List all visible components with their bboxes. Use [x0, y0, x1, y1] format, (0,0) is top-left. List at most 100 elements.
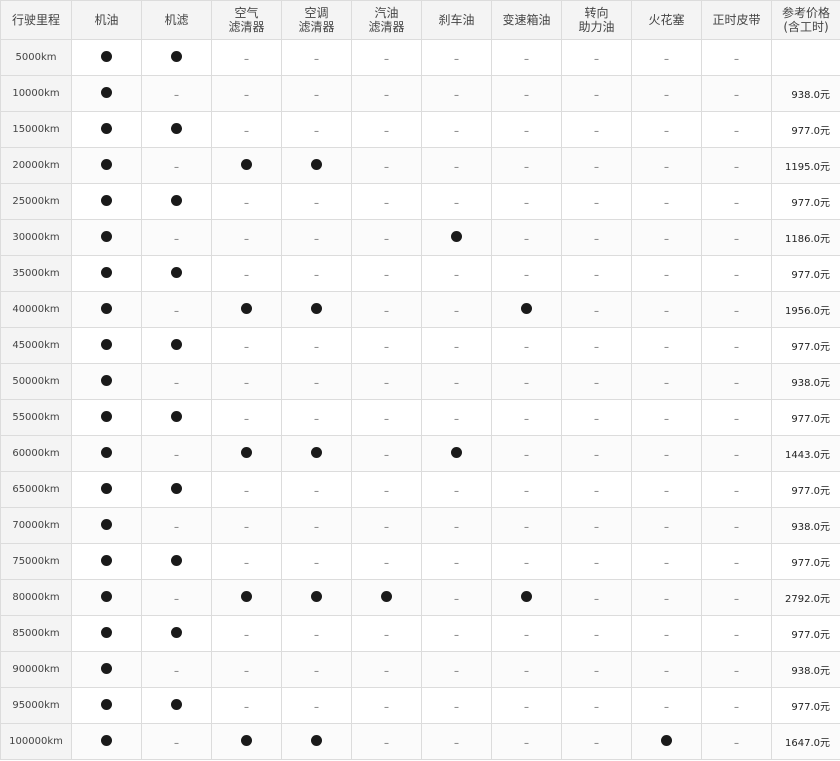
service-cell-air-filter: – [211, 219, 282, 256]
service-cell-spark-plug: – [631, 507, 702, 544]
required-dot-icon [101, 86, 112, 98]
not-required-dash: – [174, 233, 179, 245]
not-required-dash: – [594, 449, 599, 461]
price-cell: 977.0元 [771, 543, 840, 580]
not-required-dash: – [384, 377, 389, 389]
column-header-text: 空调 [304, 6, 329, 20]
service-cell-air-filter [211, 723, 282, 760]
service-cell-brake-fluid: – [421, 579, 492, 616]
column-header-text: 机油 [94, 13, 119, 27]
not-required-dash: – [314, 53, 319, 65]
service-cell-transmission-oil: – [491, 327, 562, 364]
service-cell-timing-belt: – [701, 291, 772, 328]
table-row: 10000km – – – – – – – – – 938.0元 [0, 75, 840, 112]
service-cell-timing-belt: – [701, 687, 772, 724]
mileage-cell: 85000km [0, 615, 72, 652]
service-cell-timing-belt: – [701, 363, 772, 400]
service-cell-ac-filter: – [281, 615, 352, 652]
required-dot-icon [171, 554, 182, 566]
not-required-dash: – [524, 125, 529, 137]
service-cell-air-filter: – [211, 615, 282, 652]
service-cell-transmission-oil: – [491, 543, 562, 580]
not-required-dash: – [734, 701, 739, 713]
service-cell-brake-fluid: – [421, 39, 492, 76]
required-dot-icon [101, 122, 112, 134]
not-required-dash: – [664, 305, 669, 317]
table-row: 75000km – – – – – – – – 977.0元 [0, 543, 840, 580]
table-row: 80000km – – – – – 2792.0元 [0, 579, 840, 616]
not-required-dash: – [454, 197, 459, 209]
not-required-dash: – [524, 53, 529, 65]
not-required-dash: – [664, 377, 669, 389]
service-cell-ac-filter [281, 435, 352, 472]
not-required-dash: – [524, 269, 529, 281]
service-cell-engine-oil [71, 291, 142, 328]
service-cell-fuel-filter: – [351, 39, 422, 76]
not-required-dash: – [244, 89, 249, 101]
service-cell-timing-belt: – [701, 327, 772, 364]
column-header-spark-plug: 火花塞 [631, 0, 702, 40]
column-header-text: 变速箱油 [502, 13, 551, 27]
service-cell-engine-oil [71, 327, 142, 364]
service-cell-power-steering-fluid: – [561, 75, 632, 112]
not-required-dash: – [384, 161, 389, 173]
not-required-dash: – [454, 413, 459, 425]
not-required-dash: – [664, 197, 669, 209]
service-cell-air-filter: – [211, 39, 282, 76]
not-required-dash: – [314, 269, 319, 281]
column-header-oil-filter: 机滤 [141, 0, 212, 40]
service-cell-oil-filter [141, 255, 212, 292]
service-cell-transmission-oil: – [491, 111, 562, 148]
service-cell-oil-filter: – [141, 363, 212, 400]
not-required-dash: – [314, 701, 319, 713]
table-row: 15000km – – – – – – – – 977.0元 [0, 111, 840, 148]
not-required-dash: – [594, 377, 599, 389]
column-header-timing-belt: 正时皮带 [701, 0, 772, 40]
service-cell-brake-fluid: – [421, 615, 492, 652]
service-cell-transmission-oil: – [491, 651, 562, 688]
not-required-dash: – [664, 485, 669, 497]
not-required-dash: – [384, 125, 389, 137]
not-required-dash: – [664, 701, 669, 713]
column-header-mileage: 行驶里程 [0, 0, 72, 40]
service-cell-ac-filter: – [281, 651, 352, 688]
service-cell-brake-fluid: – [421, 111, 492, 148]
not-required-dash: – [384, 449, 389, 461]
service-cell-air-filter: – [211, 651, 282, 688]
service-cell-brake-fluid: – [421, 687, 492, 724]
service-cell-oil-filter: – [141, 291, 212, 328]
service-cell-air-filter [211, 435, 282, 472]
not-required-dash: – [594, 629, 599, 641]
required-dot-icon [171, 482, 182, 494]
service-cell-spark-plug: – [631, 543, 702, 580]
price-cell: 977.0元 [771, 327, 840, 364]
column-header-ac-filter: 空调 滤清器 [281, 0, 352, 40]
column-header-brake-fluid: 刹车油 [421, 0, 492, 40]
not-required-dash: – [734, 161, 739, 173]
not-required-dash: – [384, 305, 389, 317]
service-cell-ac-filter: – [281, 183, 352, 220]
mileage-cell: 90000km [0, 651, 72, 688]
table-row: 85000km – – – – – – – – 977.0元 [0, 615, 840, 652]
service-cell-air-filter: – [211, 183, 282, 220]
not-required-dash: – [314, 233, 319, 245]
not-required-dash: – [314, 413, 319, 425]
service-cell-brake-fluid: – [421, 183, 492, 220]
not-required-dash: – [664, 521, 669, 533]
service-cell-brake-fluid: – [421, 399, 492, 436]
not-required-dash: – [384, 665, 389, 677]
service-cell-oil-filter: – [141, 723, 212, 760]
not-required-dash: – [734, 557, 739, 569]
table-row: 50000km – – – – – – – – – 938.0元 [0, 363, 840, 400]
not-required-dash: – [734, 197, 739, 209]
not-required-dash: – [594, 269, 599, 281]
not-required-dash: – [454, 269, 459, 281]
not-required-dash: – [314, 665, 319, 677]
mileage-cell: 45000km [0, 327, 72, 364]
service-cell-timing-belt: – [701, 543, 772, 580]
not-required-dash: – [384, 701, 389, 713]
required-dot-icon [101, 482, 112, 494]
service-cell-air-filter: – [211, 507, 282, 544]
table-row: 30000km – – – – – – – – 1186.0元 [0, 219, 840, 256]
service-cell-power-steering-fluid: – [561, 111, 632, 148]
